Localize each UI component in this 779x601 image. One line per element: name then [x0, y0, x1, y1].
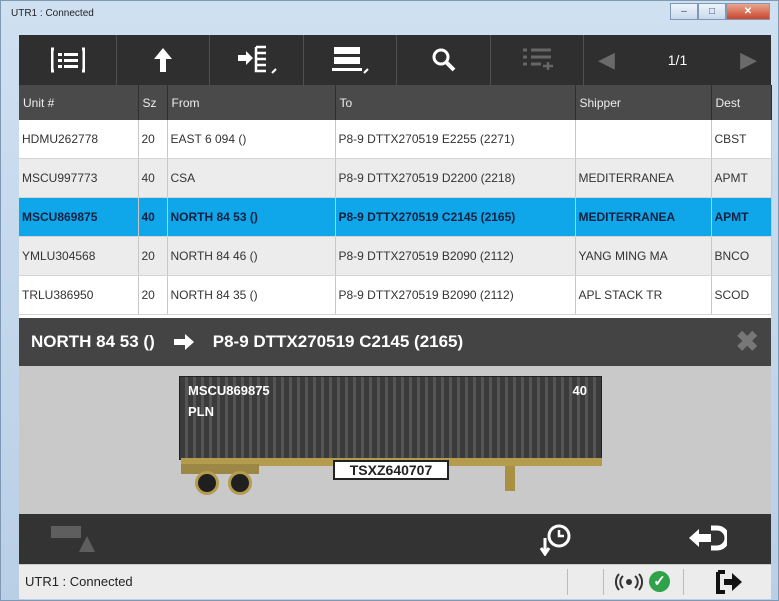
route-from: NORTH 84 53 () — [31, 332, 155, 351]
chassis-plate: TSXZ640707 — [333, 460, 449, 480]
column-header-unit[interactable]: Unit # — [19, 85, 139, 120]
window-controls: – □ ✕ — [670, 3, 770, 20]
route-bar: NORTH 84 53 () P8-9 DTTX270519 C2145 (21… — [19, 318, 771, 366]
maximize-button[interactable]: □ — [698, 3, 726, 20]
container-size: 40 — [572, 383, 587, 398]
up-button[interactable] — [117, 35, 210, 85]
cell-to: P8-9 DTTX270519 E2255 (2271) — [335, 120, 576, 159]
cell-from: NORTH 84 35 () — [167, 275, 336, 315]
wheel-icon — [228, 471, 252, 495]
close-button[interactable]: ✕ — [726, 3, 770, 20]
import-icon — [237, 45, 277, 74]
cell-size: 40 — [138, 197, 168, 237]
list-icon — [50, 47, 85, 73]
cell-unit: YMLU304568 — [19, 236, 139, 276]
cell-shipper: MEDITERRANEA — [575, 197, 712, 237]
route-to: P8-9 DTTX270519 C2145 (2165) — [212, 332, 464, 351]
cell-to: P8-9 DTTX270519 B2090 (2112) — [335, 275, 576, 315]
history-icon[interactable] — [539, 522, 575, 556]
title-bar: UTR1 : Connected – □ ✕ — [1, 1, 778, 35]
arrow-up-icon — [154, 48, 172, 72]
page-indicator: 1/1 — [667, 52, 688, 68]
exit-icon[interactable] — [715, 570, 743, 594]
prev-page-icon[interactable]: ◀ — [598, 47, 615, 73]
landing-gear — [505, 466, 515, 491]
column-header-size[interactable]: Sz — [138, 85, 168, 120]
column-header-from[interactable]: From — [167, 85, 336, 120]
warning-icon[interactable] — [49, 524, 95, 554]
app-window: UTR1 : Connected – □ ✕ ◀ 1/1 ▶ Unit # Sz… — [0, 0, 779, 601]
cell-dest: APMT — [711, 197, 772, 237]
cell-from: NORTH 84 53 () — [167, 197, 336, 237]
window-title: UTR1 : Connected — [11, 8, 94, 19]
cell-shipper: MEDITERRANEA — [575, 158, 712, 198]
filter-list-icon — [523, 48, 553, 70]
toolbar: ◀ 1/1 ▶ — [19, 35, 771, 86]
cell-size: 20 — [138, 236, 168, 276]
cell-size: 20 — [138, 120, 168, 159]
status-bar: UTR1 : Connected ✓ — [19, 564, 771, 599]
cell-from: EAST 6 094 () — [167, 120, 336, 159]
action-bar — [19, 514, 771, 564]
cell-dest: APMT — [711, 158, 772, 198]
next-page-icon[interactable]: ▶ — [740, 47, 757, 73]
search-icon — [432, 48, 455, 72]
status-divider — [603, 569, 604, 595]
table-row[interactable]: TRLU386950 20 NORTH 84 35 () P8-9 DTTX27… — [19, 275, 772, 315]
app-content: ◀ 1/1 ▶ Unit # Sz From To Shipper Dest H… — [19, 35, 772, 599]
status-text: UTR1 : Connected — [25, 574, 133, 589]
minimize-button[interactable]: – — [670, 3, 698, 20]
cell-size: 40 — [138, 158, 168, 198]
cell-unit: MSCU997773 — [19, 158, 139, 198]
cell-unit: MSCU869875 — [19, 197, 139, 237]
stack-icon — [332, 47, 369, 74]
filter-button[interactable] — [491, 35, 584, 85]
arrow-right-icon — [173, 334, 194, 350]
import-button[interactable] — [210, 35, 304, 85]
column-header-shipper[interactable]: Shipper — [575, 85, 712, 120]
return-icon[interactable] — [687, 524, 727, 552]
connected-check-icon: ✓ — [649, 571, 670, 592]
cell-size: 20 — [138, 275, 168, 315]
cell-unit: TRLU386950 — [19, 275, 139, 315]
cell-to: P8-9 DTTX270519 D2200 (2218) — [335, 158, 576, 198]
cell-dest: BNCO — [711, 236, 772, 276]
cell-unit: HDMU262778 — [19, 120, 139, 159]
clear-icon[interactable]: ✖ — [736, 328, 759, 356]
wheel-icon — [195, 471, 219, 495]
cell-to: P8-9 DTTX270519 B2090 (2112) — [335, 236, 576, 276]
cell-dest: CBST — [711, 120, 772, 159]
status-divider — [567, 569, 568, 595]
container-graphic: MSCU869875 PLN 40 — [179, 376, 602, 460]
table-row-selected[interactable]: MSCU869875 40 NORTH 84 53 () P8-9 DTTX27… — [19, 197, 772, 237]
table-header: Unit # Sz From To Shipper Dest — [19, 85, 772, 120]
cell-shipper: APL STACK TR — [575, 275, 712, 315]
table-row[interactable]: HDMU262778 20 EAST 6 094 () P8-9 DTTX270… — [19, 120, 772, 159]
list-view-button[interactable] — [19, 35, 117, 85]
table-row[interactable]: YMLU304568 20 NORTH 84 46 () P8-9 DTTX27… — [19, 236, 772, 276]
container-type: PLN — [188, 404, 214, 419]
column-header-dest[interactable]: Dest — [711, 85, 772, 120]
stack-button[interactable] — [304, 35, 397, 85]
status-divider — [683, 569, 684, 595]
cell-shipper — [575, 120, 712, 159]
cell-from: NORTH 84 46 () — [167, 236, 336, 276]
cell-dest: SCOD — [711, 275, 772, 315]
container-visual: MSCU869875 PLN 40 TSXZ640707 — [19, 366, 771, 514]
signal-icon — [615, 573, 643, 591]
cell-from: CSA — [167, 158, 336, 198]
search-button[interactable] — [397, 35, 491, 85]
table-row[interactable]: MSCU997773 40 CSA P8-9 DTTX270519 D2200 … — [19, 158, 772, 198]
units-table: Unit # Sz From To Shipper Dest HDMU26277… — [19, 85, 772, 318]
container-id: MSCU869875 — [188, 383, 270, 398]
cell-shipper: YANG MING MA — [575, 236, 712, 276]
cell-to: P8-9 DTTX270519 C2145 (2165) — [335, 197, 576, 237]
pager: ◀ 1/1 ▶ — [584, 35, 771, 85]
column-header-to[interactable]: To — [335, 85, 576, 120]
